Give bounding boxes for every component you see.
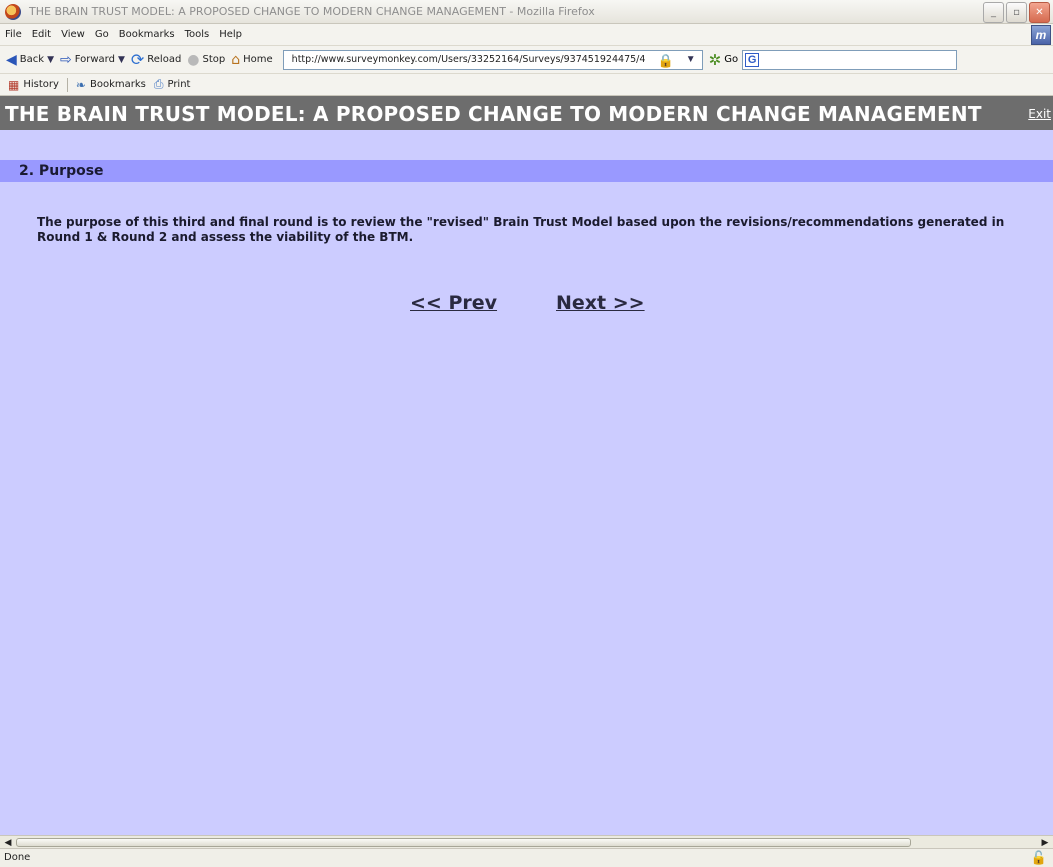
minimize-button[interactable]: _ (983, 2, 1004, 23)
print-icon: ⎙ (153, 77, 164, 91)
print-button[interactable]: ⎙ Print (154, 77, 191, 92)
exit-link[interactable]: Exit (1028, 107, 1051, 121)
reload-icon: ⟳ (130, 49, 145, 69)
go-button[interactable]: ✲ Go (709, 51, 738, 69)
home-button[interactable]: ⌂ Home (231, 53, 272, 67)
bookmarks-toolbar: ▦ History ❧ Bookmarks ⎙ Print (0, 74, 1053, 96)
horizontal-scrollbar[interactable]: ◀ ▶ (0, 835, 1053, 848)
url-input[interactable]: http://www.surveymonkey.com/Users/332521… (292, 54, 652, 65)
section-bar: 2. Purpose (0, 160, 1053, 182)
window-title: THE BRAIN TRUST MODEL: A PROPOSED CHANGE… (29, 5, 595, 18)
padlock-icon: 🔒 (657, 52, 674, 68)
back-label: Back (19, 54, 45, 65)
padlock-icon: 🔓 (1030, 850, 1047, 865)
toolbar-separator (66, 77, 68, 92)
search-box[interactable]: G (742, 49, 958, 70)
window-title-bar: THE BRAIN TRUST MODEL: A PROPOSED CHANGE… (0, 0, 1053, 24)
print-label: Print (167, 79, 191, 90)
survey-title: THE BRAIN TRUST MODEL: A PROPOSED CHANGE… (5, 102, 982, 126)
menu-bookmarks[interactable]: Bookmarks (114, 29, 180, 40)
reload-button[interactable]: ⟳ Reload (130, 49, 182, 69)
forward-arrow-icon: ⇨ (59, 51, 72, 68)
scroll-right-icon[interactable]: ▶ (1039, 837, 1051, 847)
google-search-icon[interactable]: G (745, 52, 760, 67)
prev-link[interactable]: << Prev (410, 292, 497, 314)
history-button[interactable]: ▦ History (8, 78, 59, 92)
menu-go[interactable]: Go (90, 29, 114, 40)
scroll-left-icon[interactable]: ◀ (2, 837, 14, 847)
throbber-icon: m (1031, 25, 1051, 45)
history-icon: ▦ (8, 77, 20, 92)
stop-icon: ● (187, 51, 200, 68)
go-label: Go (724, 54, 739, 65)
window-controls: _ ▫ ✕ (983, 2, 1050, 23)
firefox-icon (5, 3, 21, 20)
forward-button[interactable]: ⇨ Forward ▼ (60, 53, 125, 67)
navigation-toolbar: ◀ Back ▼ ⇨ Forward ▼ ⟳ Reload ● Stop ⌂ H… (0, 46, 1053, 74)
reload-label: Reload (147, 54, 182, 65)
scrollbar-thumb[interactable] (16, 838, 911, 847)
status-text: Done (4, 852, 31, 863)
stop-button[interactable]: ● Stop (187, 53, 225, 67)
url-bar[interactable]: http://www.surveymonkey.com/Users/332521… (282, 49, 703, 70)
back-arrow-icon: ◀ (6, 51, 17, 68)
forward-label: Forward (74, 54, 115, 65)
menu-tools[interactable]: Tools (180, 29, 215, 40)
menu-view[interactable]: View (56, 29, 90, 40)
status-bar: Done 🔓 (0, 848, 1053, 867)
survey-title-bar: THE BRAIN TRUST MODEL: A PROPOSED CHANGE… (0, 96, 1053, 130)
back-button[interactable]: ◀ Back ▼ (6, 53, 54, 67)
home-icon: ⌂ (231, 51, 241, 68)
close-button[interactable]: ✕ (1029, 2, 1050, 23)
stop-label: Stop (202, 54, 226, 65)
next-link[interactable]: Next >> (556, 292, 645, 314)
bookmarks-button[interactable]: ❧ Bookmarks (76, 78, 146, 92)
survey-header: THE BRAIN TRUST MODEL: A PROPOSED CHANGE… (0, 96, 1053, 182)
menu-bar: File Edit View Go Bookmarks Tools Help m (0, 24, 1053, 46)
bookmarks-icon: ❧ (75, 77, 86, 92)
maximize-button[interactable]: ▫ (1006, 2, 1027, 23)
bookmarks-label: Bookmarks (89, 79, 146, 90)
forward-dropdown-icon[interactable]: ▼ (118, 55, 125, 65)
menu-edit[interactable]: Edit (27, 29, 56, 40)
history-label: History (23, 79, 59, 90)
back-dropdown-icon[interactable]: ▼ (47, 55, 54, 65)
go-icon: ✲ (708, 50, 722, 69)
home-label: Home (243, 54, 273, 65)
url-dropdown-icon[interactable]: ▼ (686, 54, 696, 65)
purpose-text: The purpose of this third and final roun… (37, 215, 1005, 244)
menu-help[interactable]: Help (214, 29, 247, 40)
section-title: 2. Purpose (19, 163, 104, 179)
menu-file[interactable]: File (0, 29, 27, 40)
